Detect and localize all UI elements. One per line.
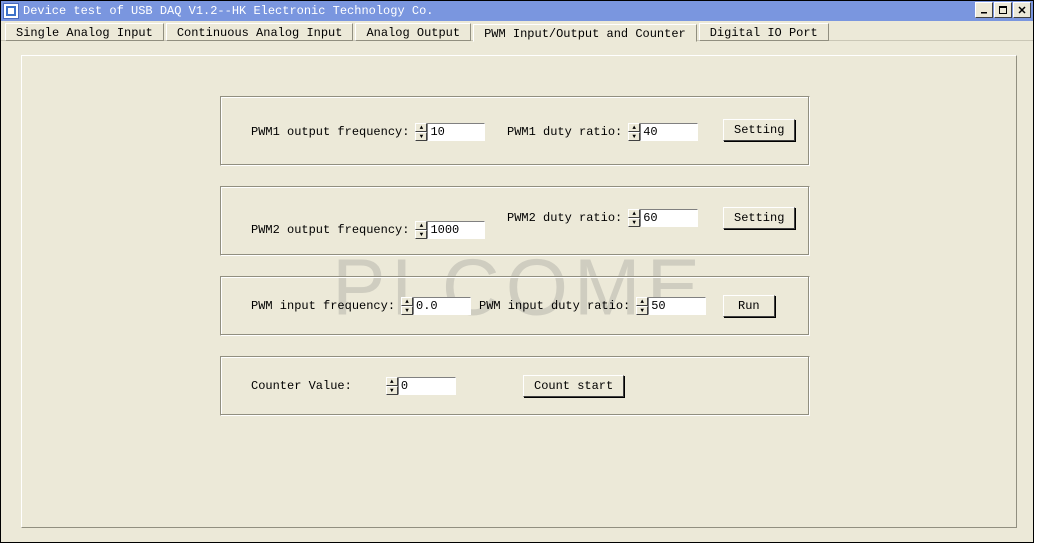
maximize-button[interactable] [994, 2, 1012, 18]
spin-up-icon[interactable]: ▲ [628, 123, 640, 132]
pwm2-duty-label: PWM2 duty ratio: [507, 211, 622, 225]
spin-down-icon[interactable]: ▼ [628, 218, 640, 227]
group-pwm2: PWM2 output frequency: ▲ ▼ PWM2 duty rat… [220, 186, 810, 256]
pwm-in-duty-spinner[interactable]: ▲ ▼ [636, 297, 706, 315]
minimize-button[interactable] [975, 2, 993, 18]
content-area: Single Analog Input Continuous Analog In… [1, 41, 1033, 542]
close-button[interactable] [1013, 2, 1031, 18]
pwm1-duty-label: PWM1 duty ratio: [507, 125, 622, 139]
counter-start-button[interactable]: Count start [523, 375, 624, 397]
tab-single-analog-input[interactable]: Single Analog Input [5, 23, 164, 41]
pwm1-duty-input[interactable] [640, 123, 698, 141]
pwm2-freq-label: PWM2 output frequency: [251, 223, 409, 237]
pwm1-freq-spinner[interactable]: ▲ ▼ [415, 123, 485, 141]
pwm2-duty-input[interactable] [640, 209, 698, 227]
spin-down-icon[interactable]: ▼ [636, 306, 648, 315]
window-title: Device test of USB DAQ V1.2--HK Electron… [23, 4, 433, 18]
spin-up-icon[interactable]: ▲ [636, 297, 648, 306]
pwm2-setting-button[interactable]: Setting [723, 207, 795, 229]
pwm1-freq-input[interactable] [427, 123, 485, 141]
pwm1-duty-spinner[interactable]: ▲ ▼ [628, 123, 698, 141]
spin-down-icon[interactable]: ▼ [415, 132, 427, 141]
pwm1-setting-button[interactable]: Setting [723, 119, 795, 141]
spin-down-icon[interactable]: ▼ [415, 230, 427, 239]
tab-digital-io-port[interactable]: Digital IO Port [699, 23, 829, 41]
pwm-in-freq-input[interactable] [413, 297, 471, 315]
pwm-in-duty-label: PWM input duty ratio: [479, 299, 630, 313]
pwm2-freq-spinner[interactable]: ▲ ▼ [415, 221, 485, 239]
title-bar: Device test of USB DAQ V1.2--HK Electron… [1, 1, 1033, 21]
counter-input[interactable] [398, 377, 456, 395]
tab-panel: PLCOME PWM1 output frequency: ▲ ▼ PWM1 [21, 55, 1017, 528]
group-pwm-input: PWM input frequency: ▲ ▼ PWM input duty … [220, 276, 810, 336]
app-window: Device test of USB DAQ V1.2--HK Electron… [0, 0, 1034, 543]
pwm1-freq-label: PWM1 output frequency: [251, 125, 409, 139]
counter-label: Counter Value: [251, 379, 352, 393]
tab-analog-output[interactable]: Analog Output [355, 23, 471, 41]
group-pwm1: PWM1 output frequency: ▲ ▼ PWM1 duty rat… [220, 96, 810, 166]
pwm-in-freq-spinner[interactable]: ▲ ▼ [401, 297, 471, 315]
pwm2-duty-spinner[interactable]: ▲ ▼ [628, 209, 698, 227]
app-icon [3, 3, 19, 19]
spin-up-icon[interactable]: ▲ [415, 123, 427, 132]
pwm-in-run-button[interactable]: Run [723, 295, 775, 317]
spin-up-icon[interactable]: ▲ [415, 221, 427, 230]
spin-up-icon[interactable]: ▲ [386, 377, 398, 386]
pwm2-freq-input[interactable] [427, 221, 485, 239]
tab-strip: Single Analog Input Continuous Analog In… [5, 23, 829, 41]
pwm-in-duty-input[interactable] [648, 297, 706, 315]
spin-up-icon[interactable]: ▲ [628, 209, 640, 218]
pwm-in-freq-label: PWM input frequency: [251, 299, 395, 313]
tab-pwm-io-counter[interactable]: PWM Input/Output and Counter [473, 24, 697, 42]
spin-down-icon[interactable]: ▼ [401, 306, 413, 315]
spin-up-icon[interactable]: ▲ [401, 297, 413, 306]
group-counter: Counter Value: ▲ ▼ Count start [220, 356, 810, 416]
counter-spinner[interactable]: ▲ ▼ [386, 377, 456, 395]
spin-down-icon[interactable]: ▼ [386, 386, 398, 395]
spin-down-icon[interactable]: ▼ [628, 132, 640, 141]
tab-continuous-analog-input[interactable]: Continuous Analog Input [166, 23, 354, 41]
